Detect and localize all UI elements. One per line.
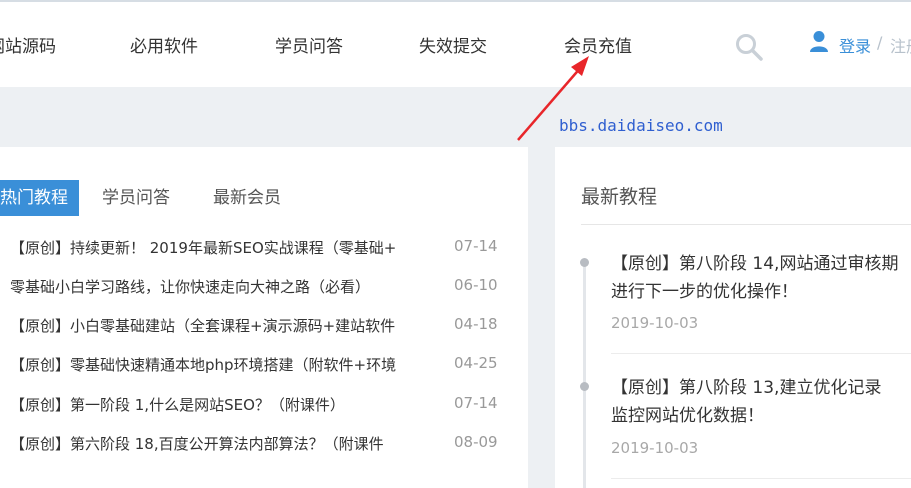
nav-item-student-qa[interactable]: 学员问答 — [275, 32, 343, 57]
login-link[interactable]: 登录 — [839, 33, 871, 57]
nav-item-member-recharge[interactable]: 会员充值 — [564, 32, 632, 57]
watermark-text: bbs.daidaiseo.com — [559, 116, 723, 135]
list-item-date: 06-10 — [454, 276, 498, 294]
list-item-date: 04-25 — [454, 354, 498, 372]
article-date: 2019-10-03 — [611, 314, 699, 332]
register-link[interactable]: 注册 — [890, 33, 911, 57]
list-item-title[interactable]: 【原创】零基础快速精通本地php环境搭建（附软件+环境 — [10, 354, 410, 375]
article-divider — [611, 478, 911, 479]
section-title: 最新教程 — [581, 186, 658, 208]
nav-item-invalid-submit[interactable]: 失效提交 — [419, 32, 487, 57]
list-item-title[interactable]: 【原创】持续更新！ 2019年最新SEO实战课程（零基础+ — [10, 237, 410, 258]
timeline-dot — [580, 258, 589, 267]
timeline-dot — [580, 382, 589, 391]
list-item-title[interactable]: 【原创】小白零基础建站（全套课程+演示源码+建站软件 — [10, 315, 410, 336]
timeline-rail — [583, 262, 586, 488]
tab-student-qa[interactable]: 学员问答 — [102, 180, 170, 216]
article-divider — [611, 353, 911, 354]
list-item-title[interactable]: 【原创】第六阶段 18,百度公开算法内部算法？（附课件 — [10, 433, 410, 454]
list-item-date: 04-18 — [454, 315, 498, 333]
article-date: 2019-10-03 — [611, 439, 699, 457]
nav-item-essential-software[interactable]: 必用软件 — [130, 32, 198, 57]
user-icon — [810, 31, 828, 52]
list-item-title[interactable]: 零基础小白学习路线，让你快速走向大神之路（必看） — [10, 276, 410, 297]
tab-hot-tutorials[interactable]: 热门教程 — [0, 180, 79, 216]
list-item-date: 07-14 — [454, 237, 498, 255]
nav-item-website-source[interactable]: 网站源码 — [0, 32, 56, 57]
article-title-line2[interactable]: 监控网站优化数据！ — [611, 400, 764, 432]
tab-latest-members[interactable]: 最新会员 — [213, 180, 281, 216]
list-item-date: 08-09 — [454, 433, 498, 451]
list-item-title[interactable]: 【原创】第一阶段 1,什么是网站SEO？（附课件） — [10, 394, 410, 415]
search-icon[interactable] — [734, 32, 764, 62]
article-title-line2[interactable]: 进行下一步的优化操作！ — [611, 276, 798, 308]
login-separator: / — [877, 33, 883, 52]
section-divider — [581, 224, 911, 225]
list-item-date: 07-14 — [454, 394, 498, 412]
